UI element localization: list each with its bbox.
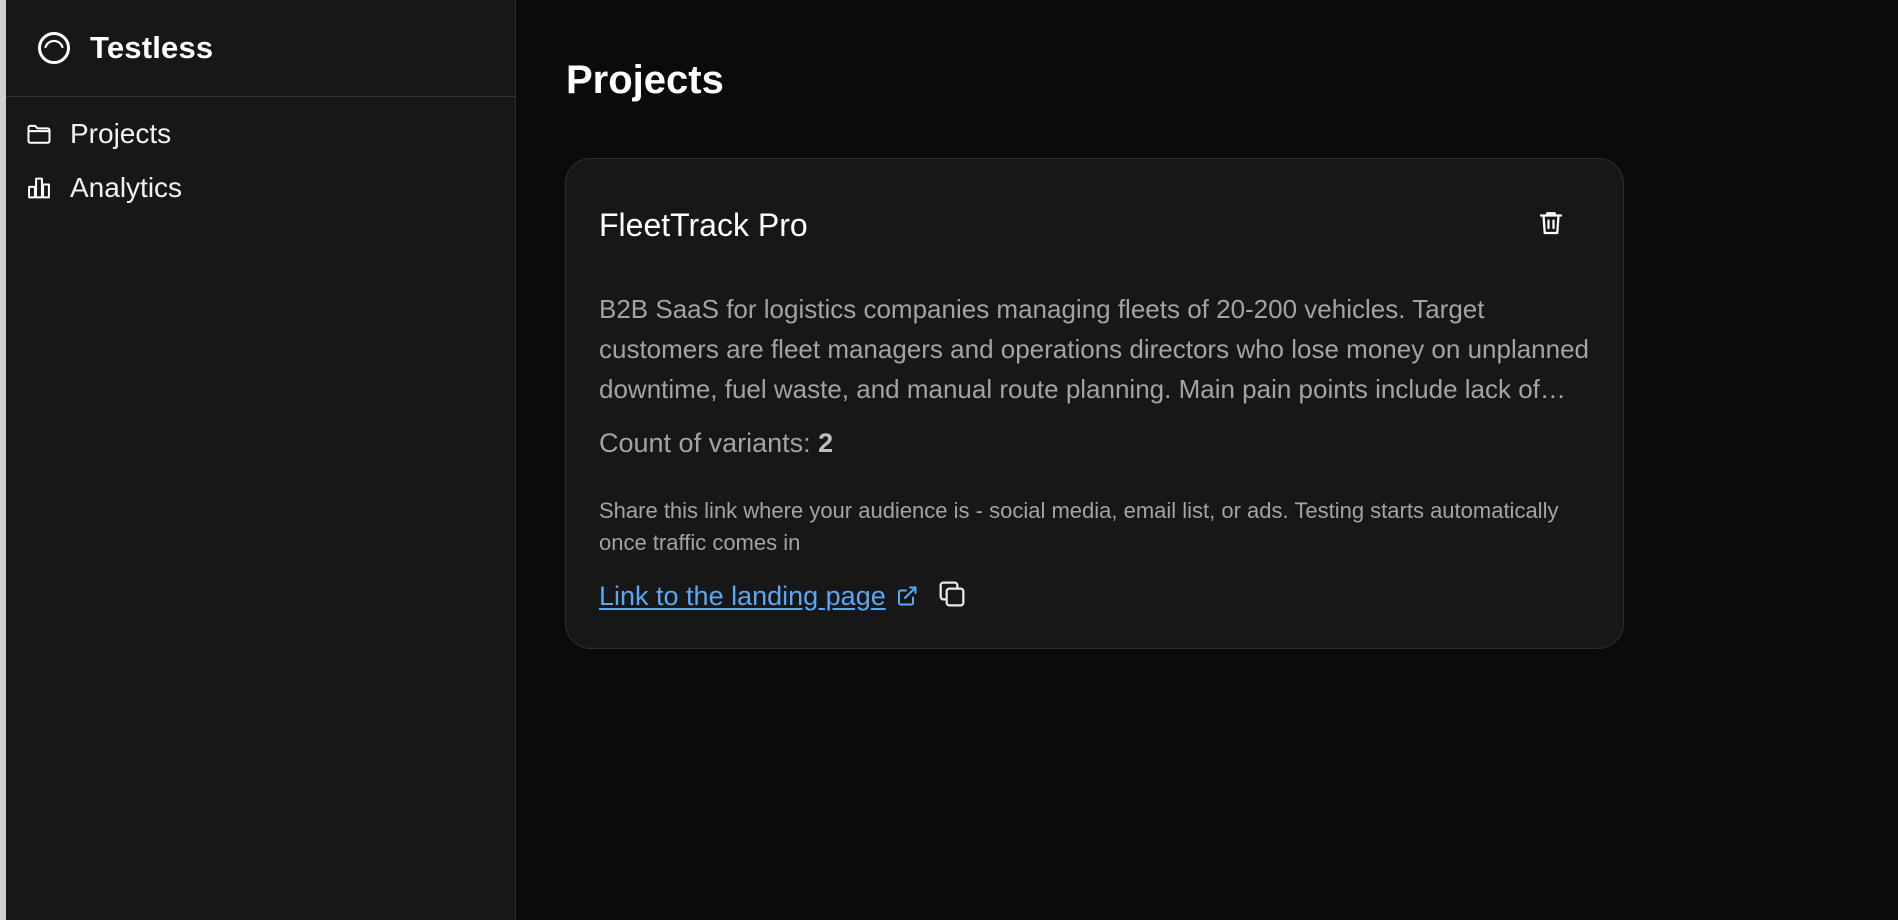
sidebar-item-label: Analytics: [70, 172, 183, 203]
copy-link-button[interactable]: [935, 579, 969, 613]
main-content: Projects FleetTrack Pro B2B SaaS for log…: [517, 0, 1898, 920]
share-note: Share this link where your audience is -…: [599, 498, 1559, 555]
delete-project-button[interactable]: [1533, 207, 1569, 243]
variants-label: Count of variants:: [599, 428, 811, 458]
sidebar-item-projects[interactable]: Projects: [6, 107, 515, 161]
project-name: FleetTrack Pro: [599, 207, 808, 243]
bar-chart-icon: [24, 173, 54, 203]
app-name: Testless: [90, 30, 214, 65]
trash-icon: [1536, 207, 1566, 244]
sidebar-nav: Projects Analytics: [6, 97, 515, 215]
landing-link-row: Link to the landing page: [599, 579, 969, 613]
landing-page-link[interactable]: Link to the landing page: [599, 581, 886, 612]
sidebar-item-label: Projects: [70, 118, 172, 149]
project-description: B2B SaaS for logistics companies managin…: [599, 294, 1590, 404]
circle-logo-icon: [36, 30, 72, 66]
app-window: Testless Projects Analytics Projects Fle…: [0, 0, 1898, 920]
page-title: Projects: [566, 58, 724, 102]
external-link-icon[interactable]: [895, 584, 919, 608]
sidebar-item-analytics[interactable]: Analytics: [6, 161, 515, 215]
folder-icon: [24, 119, 54, 149]
variants-value: 2: [818, 428, 834, 458]
copy-icon: [936, 578, 968, 615]
project-card: FleetTrack Pro B2B SaaS for logistics co…: [565, 158, 1624, 649]
sidebar: Testless Projects Analytics: [6, 0, 516, 920]
brand-header: Testless: [6, 0, 515, 97]
variants-count: Count of variants: 2: [599, 425, 833, 461]
